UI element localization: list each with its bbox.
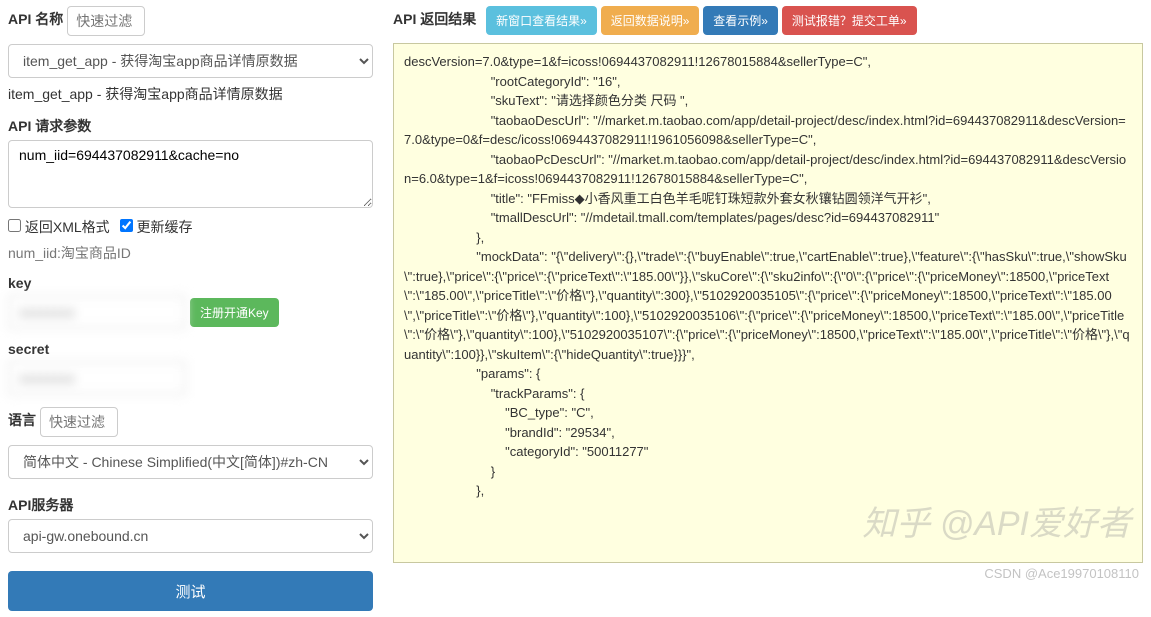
api-subtext: item_get_app - 获得淘宝app商品详情原数据 <box>8 84 373 104</box>
result-box: descVersion=7.0&type=1&f=icoss!069443708… <box>393 43 1143 563</box>
num-iid-hint: num_iid:淘宝商品ID <box>8 243 373 263</box>
api-name-filter-input[interactable] <box>67 6 145 36</box>
server-label: API服务器 <box>8 495 373 515</box>
xml-checkbox-label[interactable]: 返回XML格式 <box>8 219 114 235</box>
secret-label: secret <box>8 341 373 357</box>
api-select[interactable]: item_get_app - 获得淘宝app商品详情原数据 <box>8 44 373 78</box>
refresh-checkbox-label[interactable]: 更新缓存 <box>120 219 193 235</box>
req-params-textarea[interactable] <box>8 140 373 208</box>
server-select[interactable]: api-gw.onebound.cn <box>8 519 373 553</box>
return-desc-button[interactable]: 返回数据说明» <box>601 6 700 35</box>
req-params-label: API 请求参数 <box>8 116 373 136</box>
result-code: descVersion=7.0&type=1&f=icoss!069443708… <box>404 52 1132 501</box>
xml-checkbox[interactable] <box>8 219 21 232</box>
lang-label: 语言 <box>8 410 36 430</box>
lang-select[interactable]: 简体中文 - Chinese Simplified(中文[简体])#zh-CN <box>8 445 373 479</box>
result-label: API 返回结果 <box>393 11 476 27</box>
example-button[interactable]: 查看示例» <box>703 6 778 35</box>
right-panel: API 返回结果 新窗口查看结果» 返回数据说明» 查看示例» 测试报错？提交工… <box>393 6 1143 611</box>
key-label: key <box>8 275 373 291</box>
report-button[interactable]: 测试报错？提交工单» <box>782 6 917 35</box>
test-button[interactable]: 测试 <box>8 571 373 611</box>
lang-filter-input[interactable] <box>40 407 118 437</box>
left-panel: API 名称 item_get_app - 获得淘宝app商品详情原数据 ite… <box>8 6 373 611</box>
key-input[interactable] <box>8 295 186 329</box>
api-name-label: API 名称 <box>8 9 63 29</box>
result-scroll[interactable]: descVersion=7.0&type=1&f=icoss!069443708… <box>394 44 1142 562</box>
refresh-checkbox[interactable] <box>120 219 133 232</box>
register-key-button[interactable]: 注册开通Key <box>190 298 279 327</box>
new-window-button[interactable]: 新窗口查看结果» <box>486 6 597 35</box>
secret-input[interactable] <box>8 361 186 395</box>
